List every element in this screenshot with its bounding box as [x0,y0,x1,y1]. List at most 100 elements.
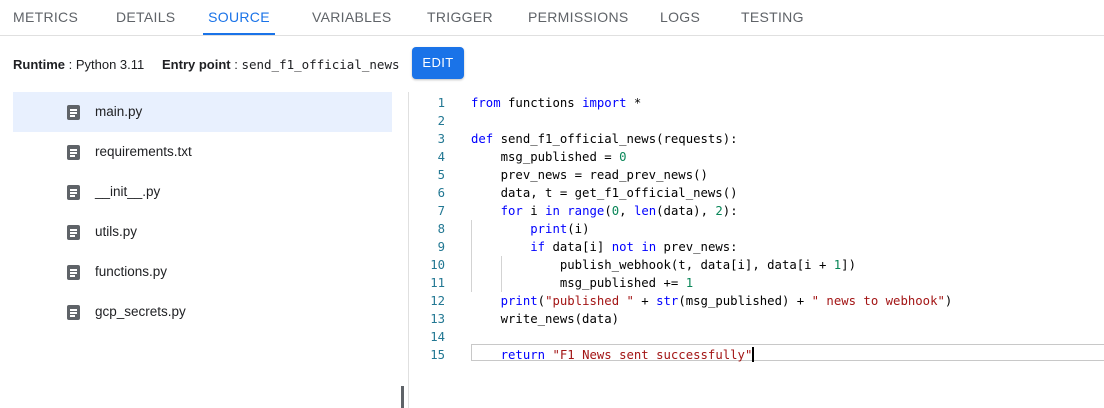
line-number: 8 [437,222,445,236]
code-line: 10 publish_webhook(t, data[i], data[i + … [409,256,1104,274]
entry-point-info: Entry point : send_f1_official_news [162,57,400,72]
file-icon [67,185,80,200]
tab-metrics[interactable]: METRICS [13,0,78,34]
code-token: msg_published = [471,150,620,164]
code-token: (data), [656,204,716,218]
tab-details[interactable]: DETAILS [116,0,175,34]
tab-source[interactable]: SOURCE [203,0,275,35]
file-icon [67,105,80,120]
line-number: 11 [430,276,445,290]
code-line: 2 [409,112,1104,130]
code-token: publish_webhook(t, data[i], data[i + [471,258,834,272]
file-name: __init__.py [95,184,161,199]
code-token: ( [537,294,546,308]
code-token: str [656,294,679,308]
line-number: 1 [437,96,445,110]
code-token: prev_news: [656,240,738,254]
code-text: prev_news = read_prev_news() [471,166,708,184]
tab-trigger[interactable]: TRIGGER [427,0,493,34]
function-toolbar: Runtime : Python 3.11 Entry point : send… [0,36,1104,92]
file-item[interactable]: main.py [13,92,392,132]
code-text: print(i) [471,220,589,238]
file-icon [67,225,80,240]
code-token: (i) [567,222,590,236]
code-token: len [633,204,657,218]
code-token: def [471,132,494,146]
code-editor[interactable]: 1 from functions import * 2 3 def send_f1_of… [409,92,1104,408]
code-token: in [641,240,657,254]
code-token: ): [722,204,738,218]
line-number: 15 [430,348,445,362]
code-text: print("published " + str(msg_published) … [471,292,953,310]
tab-permissions[interactable]: PERMISSIONS [528,0,628,34]
code-text: from functions import * [471,94,641,112]
indent-guide [471,238,472,256]
code-token: from [471,96,501,110]
line-number: 5 [437,168,445,182]
code-token: return [500,348,546,362]
code-token: + [633,294,657,308]
code-text: def send_f1_official_news(requests): [471,130,738,148]
code-token: "F1 News sent successfully" [552,348,753,362]
code-text: for i in range(0, len(data), 2): [471,202,738,220]
code-line: 4 msg_published = 0 [409,148,1104,166]
code-token: not [611,240,634,254]
code-line: 6 data, t = get_f1_official_news() [409,184,1104,202]
code-text: write_news(data) [471,310,619,328]
file-item[interactable]: __init__.py [13,172,392,212]
code-token: range [567,204,605,218]
file-item[interactable]: utils.py [13,212,392,252]
entry-point-value: send_f1_official_news [241,57,400,72]
code-token: for [500,204,523,218]
resize-handle[interactable] [401,386,404,408]
code-token: (msg_published) + [678,294,812,308]
line-number: 13 [430,312,445,326]
tab-logs[interactable]: LOGS [660,0,700,34]
file-item[interactable]: functions.py [13,252,392,292]
code-line: 1 from functions import * [409,94,1104,112]
file-tree: main.py requirements.txt __init__.py utils.… [0,92,408,408]
line-number: 4 [437,150,445,164]
code-text: publish_webhook(t, data[i], data[i + 1]) [471,256,856,274]
code-line: 8 print(i) [409,220,1104,238]
code-token: 0 [619,150,627,164]
code-token: send_f1_official_news(requests): [493,132,738,146]
code-line: 14 [409,328,1104,346]
edit-button[interactable]: EDIT [412,47,464,79]
code-token: 1 [685,276,694,290]
tab-variables[interactable]: VARIABLES [312,0,391,34]
code-token: in [545,204,560,218]
code-token: " news to webhook" [811,294,945,308]
file-item[interactable]: gcp_secrets.py [13,292,392,332]
line-number: 10 [430,258,445,272]
code-token: ) [944,294,953,308]
code-text: data, t = get_f1_official_news() [471,184,738,202]
code-token: ]) [841,258,856,272]
runtime-label: Runtime [13,57,65,72]
code-line: 15 return "F1 News sent successfully" [409,346,1104,364]
indent-guide [500,274,502,292]
code-text: msg_published = 0 [471,148,627,166]
code-line: 5 prev_news = read_prev_news() [409,166,1104,184]
code-token: 0 [611,204,620,218]
tab-testing[interactable]: TESTING [741,0,803,34]
file-name: requirements.txt [95,144,192,159]
line-number: 14 [430,330,445,344]
file-item[interactable]: requirements.txt [13,132,392,172]
file-name: functions.py [95,264,168,279]
code-token: write_news(data) [471,312,620,326]
code-token: data[i] [545,240,612,254]
file-icon [67,145,80,160]
tab-bar: METRICS DETAILS SOURCE VARIABLES TRIGGER PERM… [0,0,1104,36]
code-token: * [626,96,642,110]
runtime-value: Python 3.11 [75,57,145,72]
code-token: print [500,294,538,308]
line-number: 2 [437,114,445,128]
text-cursor [752,347,754,362]
file-name: gcp_secrets.py [95,304,186,319]
code-text: return "F1 News sent successfully" [471,346,754,364]
entry-point-label: Entry point [162,57,231,72]
